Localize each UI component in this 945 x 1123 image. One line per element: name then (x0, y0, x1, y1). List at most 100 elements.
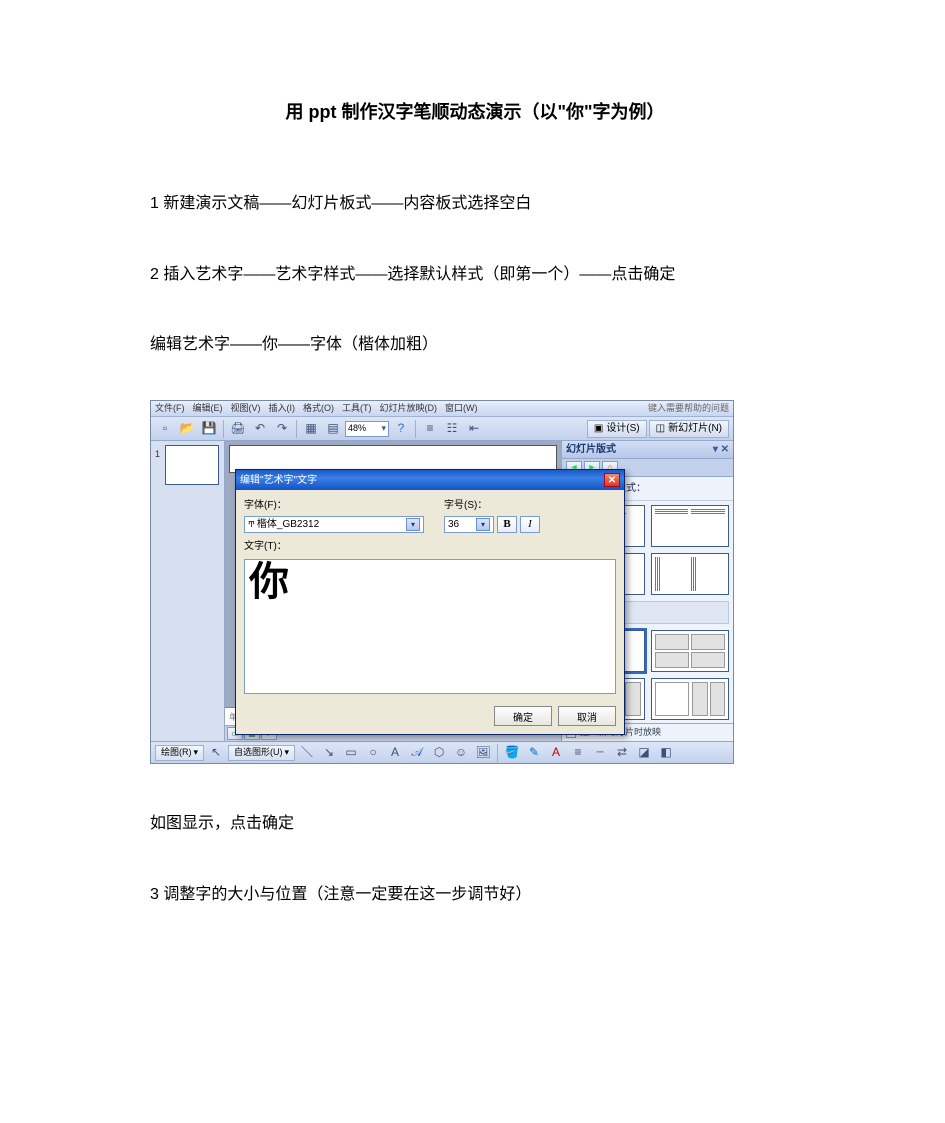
drawing-toolbar: 绘图(R) ▾ ↖ 自选图形(U) ▾ ＼ ↘ ▭ ○ A 𝒜 ⬡ ☺ 🖼 🪣 … (151, 741, 733, 763)
shadow-icon[interactable]: ◪ (634, 744, 654, 762)
size-label: 字号(S)： (444, 496, 540, 515)
step-2: 2 插入艺术字——艺术字样式——选择默认样式（即第一个）——点击确定 (150, 260, 800, 290)
font-color-icon[interactable]: A (546, 744, 566, 762)
new-slide-button[interactable]: ◫ 新幻灯片(N) (649, 420, 729, 438)
menu-edit[interactable]: 编辑(E) (193, 401, 223, 417)
design-label: 设计(S) (606, 419, 639, 438)
chevron-down-icon: ▾ (381, 420, 386, 437)
layout-vertical-two-col[interactable] (651, 553, 730, 595)
slide-thumbnail-1[interactable]: 1 (165, 445, 219, 485)
help-icon[interactable]: ? (391, 420, 411, 438)
wordart-icon[interactable]: 𝒜 (407, 744, 427, 762)
bold-button[interactable]: B (497, 516, 517, 533)
textbox-icon[interactable]: A (385, 744, 405, 762)
autoshapes-label: 自选图形(U) (234, 744, 283, 761)
step-2b: 编辑艺术字——你——字体（楷体加粗） (150, 330, 800, 360)
new-slide-label: 新幻灯片(N) (668, 419, 722, 438)
undo-icon[interactable]: ↶ (250, 420, 270, 438)
new-icon[interactable]: ▫ (155, 420, 175, 438)
step-2c: 如图显示，点击确定 (150, 809, 800, 839)
layout-content[interactable] (651, 630, 730, 672)
chart-icon[interactable]: ▤ (323, 420, 343, 438)
step-3: 3 调整字的大小与位置（注意一定要在这一步调节好） (150, 880, 800, 910)
task-pane-header[interactable]: 幻灯片版式 ▾ ✕ (562, 441, 733, 459)
diagram-icon[interactable]: ⬡ (429, 744, 449, 762)
chevron-down-icon: ▾ (194, 744, 199, 761)
step-1: 1 新建演示文稿——幻灯片板式——内容板式选择空白 (150, 189, 800, 219)
font-combo[interactable]: Ͳ 楷体_GB2312 ▾ (244, 516, 424, 533)
italic-button[interactable]: I (520, 516, 540, 533)
autoshapes-menu[interactable]: 自选图形(U) ▾ (228, 745, 295, 761)
font-value: 楷体_GB2312 (257, 515, 319, 534)
slide-thumbnails-pane[interactable]: 1 (151, 441, 225, 741)
new-slide-icon: ◫ (656, 419, 665, 438)
menu-slideshow[interactable]: 幻灯片放映(D) (380, 401, 438, 417)
chevron-down-icon[interactable]: ▾ (476, 518, 490, 531)
ok-button[interactable]: 确定 (494, 706, 552, 726)
toolbar-separator (296, 420, 297, 438)
menu-window[interactable]: 窗口(W) (445, 401, 478, 417)
bullets-icon[interactable]: ≡ (420, 420, 440, 438)
ppt-screenshot: 文件(F) 编辑(E) 视图(V) 插入(I) 格式(O) 工具(T) 幻灯片放… (150, 400, 734, 764)
draw-label: 绘图(R) (161, 744, 192, 761)
chevron-down-icon[interactable]: ▾ ✕ (713, 440, 729, 459)
wordart-text-input[interactable]: 你 (244, 559, 616, 694)
truetype-icon: Ͳ (248, 517, 255, 532)
layout-two-column[interactable] (651, 505, 730, 547)
design-icon: ▣ (594, 419, 603, 438)
dash-style-icon[interactable]: ┄ (590, 744, 610, 762)
menu-tools[interactable]: 工具(T) (342, 401, 372, 417)
arrow-icon[interactable]: ↘ (319, 744, 339, 762)
layout-comparison[interactable] (651, 678, 730, 720)
edit-wordart-dialog: 编辑"艺术字"文字 ✕ 字体(F)： Ͳ 楷体_GB2312 ▾ (235, 469, 625, 735)
clipart-icon[interactable]: ☺ (451, 744, 471, 762)
open-icon[interactable]: 📂 (177, 420, 197, 438)
menu-insert[interactable]: 插入(I) (269, 401, 296, 417)
close-icon[interactable]: ✕ (604, 473, 620, 487)
outdent-icon[interactable]: ⇤ (464, 420, 484, 438)
ppt-standard-toolbar: ▫ 📂 💾 🖨 ↶ ↷ ▦ ▤ 48% ▾ ? ≡ ☷ ⇤ ▣ 设计(S) (151, 417, 733, 441)
page-title: 用 ppt 制作汉字笔顺动态演示（以"你"字为例） (150, 95, 800, 129)
slide-number: 1 (155, 446, 160, 463)
cancel-button[interactable]: 取消 (558, 706, 616, 726)
zoom-value: 48% (348, 420, 366, 437)
arrow-style-icon[interactable]: ⇄ (612, 744, 632, 762)
three-d-icon[interactable]: ◧ (656, 744, 676, 762)
toolbar-separator (223, 420, 224, 438)
numbering-icon[interactable]: ☷ (442, 420, 462, 438)
fill-color-icon[interactable]: 🪣 (502, 744, 522, 762)
dialog-body: 字体(F)： Ͳ 楷体_GB2312 ▾ 字号(S)： (236, 490, 624, 702)
ppt-canvas-area: 编辑"艺术字"文字 ✕ 字体(F)： Ͳ 楷体_GB2312 ▾ (225, 441, 561, 741)
line-icon[interactable]: ＼ (297, 744, 317, 762)
oval-icon[interactable]: ○ (363, 744, 383, 762)
text-label: 文字(T)： (244, 537, 616, 556)
design-button[interactable]: ▣ 设计(S) (587, 420, 647, 438)
table-icon[interactable]: ▦ (301, 420, 321, 438)
toolbar-separator (497, 744, 498, 762)
select-icon[interactable]: ↖ (206, 744, 226, 762)
print-icon[interactable]: 🖨 (228, 420, 248, 438)
task-pane-title: 幻灯片版式 (566, 440, 616, 459)
rectangle-icon[interactable]: ▭ (341, 744, 361, 762)
line-style-icon[interactable]: ≡ (568, 744, 588, 762)
zoom-combo[interactable]: 48% ▾ (345, 421, 389, 437)
redo-icon[interactable]: ↷ (272, 420, 292, 438)
size-value: 36 (448, 515, 459, 534)
menu-view[interactable]: 视图(V) (231, 401, 261, 417)
draw-menu[interactable]: 绘图(R) ▾ (155, 745, 204, 761)
dialog-titlebar[interactable]: 编辑"艺术字"文字 ✕ (236, 470, 624, 490)
menu-format[interactable]: 格式(O) (303, 401, 334, 417)
line-color-icon[interactable]: ✎ (524, 744, 544, 762)
picture-icon[interactable]: 🖼 (473, 744, 493, 762)
chevron-down-icon[interactable]: ▾ (406, 518, 420, 531)
font-label: 字体(F)： (244, 496, 424, 515)
toolbar-separator (415, 420, 416, 438)
menu-help-hint[interactable]: 键入需要帮助的问题 (648, 401, 729, 417)
font-size-combo[interactable]: 36 ▾ (444, 516, 494, 533)
ppt-body: 1 编辑"艺术字"文字 ✕ 字体(F)： (151, 441, 733, 741)
save-icon[interactable]: 💾 (199, 420, 219, 438)
dialog-buttons: 确定 取消 (236, 702, 624, 734)
dialog-title: 编辑"艺术字"文字 (240, 471, 317, 490)
menu-file[interactable]: 文件(F) (155, 401, 185, 417)
document-page: 用 ppt 制作汉字笔顺动态演示（以"你"字为例） 1 新建演示文稿——幻灯片板… (0, 0, 945, 1010)
